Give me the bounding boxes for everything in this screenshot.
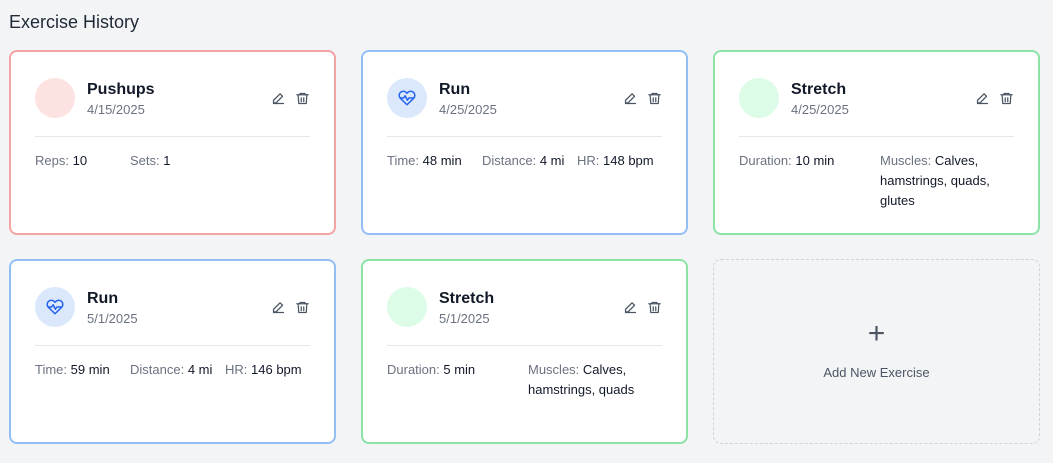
exercise-card: Pushups 4/15/2025 Reps: 10 Sets: 1	[9, 50, 336, 235]
stat-time: Time: 59 min	[35, 362, 110, 377]
trash-icon[interactable]	[999, 91, 1014, 106]
exercise-stats: Duration: 5 min Muscles: Calves, hamstri…	[387, 360, 662, 400]
exercise-title: Stretch	[791, 81, 847, 98]
exercise-avatar	[387, 78, 427, 118]
add-exercise-label: Add New Exercise	[823, 365, 930, 380]
edit-icon[interactable]	[623, 91, 638, 106]
exercise-card: Run 5/1/2025 Time: 59 min Distance: 4 mi…	[9, 259, 336, 444]
stat-sets: Sets: 1	[130, 153, 171, 168]
exercise-grid: Pushups 4/15/2025 Reps: 10 Sets: 1 Run 4…	[9, 50, 1040, 444]
exercise-title: Run	[439, 81, 471, 98]
exercise-stats: Duration: 10 min Muscles: Calves, hamstr…	[739, 151, 1014, 211]
stat-duration: Duration: 10 min	[739, 153, 835, 168]
card-header: Pushups 4/15/2025	[35, 78, 310, 137]
exercise-avatar	[35, 78, 75, 118]
exercise-stats: Time: 48 min Distance: 4 mi HR: 148 bpm	[387, 151, 662, 171]
edit-icon[interactable]	[271, 300, 286, 315]
stat-hr: HR: 148 bpm	[577, 153, 654, 168]
exercise-avatar	[35, 287, 75, 327]
exercise-card: Stretch 5/1/2025 Duration: 5 min Muscles…	[361, 259, 688, 444]
heart-pulse-icon	[398, 90, 416, 106]
stat-distance: Distance: 4 mi	[130, 362, 213, 377]
exercise-title: Run	[87, 290, 119, 307]
stat-distance: Distance: 4 mi	[482, 153, 565, 168]
exercise-card: Stretch 4/25/2025 Duration: 10 min Muscl…	[713, 50, 1040, 235]
card-header: Stretch 5/1/2025	[387, 287, 662, 346]
exercise-date: 4/25/2025	[439, 102, 497, 117]
exercise-date: 4/25/2025	[791, 102, 849, 117]
stat-muscles: Muscles: Calves, hamstrings, quads, glut…	[880, 153, 990, 208]
stat-hr: HR: 146 bpm	[225, 362, 302, 377]
exercise-stats: Reps: 10 Sets: 1	[35, 151, 310, 171]
exercise-date: 4/15/2025	[87, 102, 145, 117]
heart-pulse-icon	[46, 299, 64, 315]
trash-icon[interactable]	[647, 300, 662, 315]
exercise-date: 5/1/2025	[439, 311, 490, 326]
stat-duration: Duration: 5 min	[387, 362, 476, 377]
exercise-avatar	[739, 78, 779, 118]
trash-icon[interactable]	[295, 300, 310, 315]
stat-muscles: Muscles: Calves, hamstrings, quads	[528, 362, 635, 397]
exercise-avatar	[387, 287, 427, 327]
trash-icon[interactable]	[647, 91, 662, 106]
plus-icon: +	[867, 317, 886, 350]
page-title: Exercise History	[9, 12, 140, 32]
edit-icon[interactable]	[271, 91, 286, 106]
card-header: Run 5/1/2025	[35, 287, 310, 346]
exercise-title: Stretch	[439, 290, 495, 307]
add-exercise-button[interactable]: + Add New Exercise	[713, 259, 1040, 444]
stat-time: Time: 48 min	[387, 153, 462, 168]
card-header: Stretch 4/25/2025	[739, 78, 1014, 137]
trash-icon[interactable]	[295, 91, 310, 106]
card-header: Run 4/25/2025	[387, 78, 662, 137]
edit-icon[interactable]	[975, 91, 990, 106]
edit-icon[interactable]	[623, 300, 638, 315]
stat-reps: Reps: 10	[35, 153, 88, 168]
exercise-date: 5/1/2025	[87, 311, 138, 326]
exercise-title: Pushups	[87, 81, 155, 98]
exercise-card: Run 4/25/2025 Time: 48 min Distance: 4 m…	[361, 50, 688, 235]
exercise-stats: Time: 59 min Distance: 4 mi HR: 146 bpm	[35, 360, 310, 380]
